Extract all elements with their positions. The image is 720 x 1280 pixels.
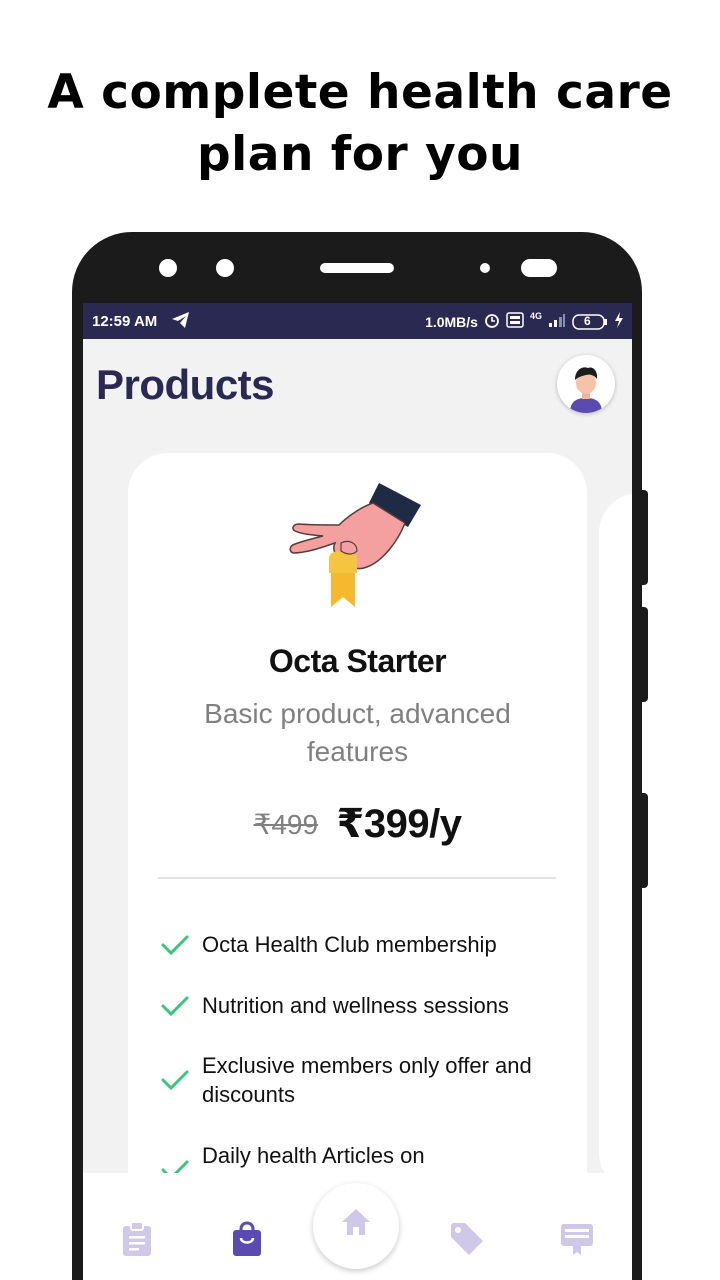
battery-level: 6 bbox=[584, 313, 591, 328]
original-price: ₹499 bbox=[253, 808, 319, 840]
phone-sensor bbox=[216, 259, 234, 277]
phone-speaker bbox=[320, 263, 394, 273]
avatar-icon bbox=[557, 355, 615, 413]
feature-item: Octa Health Club membership bbox=[160, 930, 560, 959]
price-row: ₹499 ₹399/y bbox=[128, 801, 587, 847]
feature-text: Exclusive members only offer and discoun… bbox=[202, 1053, 532, 1107]
phone-side-button bbox=[640, 490, 648, 585]
discounted-price: ₹399/y bbox=[336, 802, 462, 846]
charging-icon bbox=[614, 312, 624, 331]
check-icon bbox=[161, 935, 189, 955]
check-icon bbox=[161, 996, 189, 1016]
tag-icon[interactable] bbox=[449, 1221, 485, 1262]
feature-item: Exclusive members only offer and discoun… bbox=[160, 1051, 560, 1109]
card-icon[interactable] bbox=[559, 1221, 595, 1262]
divider bbox=[158, 877, 556, 879]
home-button[interactable] bbox=[313, 1183, 399, 1269]
phone-sensor bbox=[480, 263, 490, 273]
promo-headline: A complete health care plan for you bbox=[47, 65, 673, 182]
feature-item: Nutrition and wellness sessions bbox=[160, 991, 560, 1020]
volte-icon bbox=[506, 312, 524, 331]
battery-icon: 6 bbox=[572, 314, 608, 330]
status-time: 12:59 AM bbox=[92, 313, 158, 330]
telegram-icon bbox=[171, 311, 191, 333]
signal-icon bbox=[548, 313, 566, 330]
status-indicators: 1.0MB/s 4G 6 bbox=[425, 310, 624, 331]
feature-text: Octa Health Club membership bbox=[202, 932, 497, 957]
check-icon bbox=[161, 1070, 189, 1091]
feature-item: Daily health Articles on bbox=[160, 1141, 560, 1180]
clipboard-icon[interactable] bbox=[121, 1221, 153, 1262]
plan-name: Octa Starter bbox=[268, 643, 447, 679]
bag-icon[interactable] bbox=[231, 1221, 263, 1262]
plan-card[interactable]: Octa Starter Basic product, advanced fea… bbox=[128, 453, 587, 1213]
next-plan-card[interactable] bbox=[599, 493, 632, 1193]
plan-description: Basic product, advanced features bbox=[204, 698, 511, 767]
network-type: 4G bbox=[529, 310, 542, 321]
profile-avatar[interactable] bbox=[557, 355, 615, 413]
phone-side-button bbox=[640, 793, 648, 888]
page-title: Products bbox=[96, 361, 275, 408]
phone-side-button bbox=[640, 607, 648, 702]
feature-text: Nutrition and wellness sessions bbox=[202, 993, 509, 1018]
status-bar: 12:59 AM 1.0MB/s 4G 6 bbox=[83, 303, 632, 339]
net-speed: 1.0MB/s bbox=[425, 313, 478, 330]
phone-camera bbox=[159, 259, 177, 277]
hand-badge-illustration bbox=[283, 481, 433, 616]
home-icon bbox=[342, 1209, 370, 1235]
alarm-icon bbox=[484, 312, 500, 331]
bottom-navigation bbox=[83, 1173, 632, 1280]
phone-sensor bbox=[521, 259, 557, 277]
app-screen: 12:59 AM 1.0MB/s 4G 6 Products Octa Star… bbox=[83, 303, 632, 1280]
feature-text: Daily health Articles on bbox=[202, 1143, 425, 1168]
